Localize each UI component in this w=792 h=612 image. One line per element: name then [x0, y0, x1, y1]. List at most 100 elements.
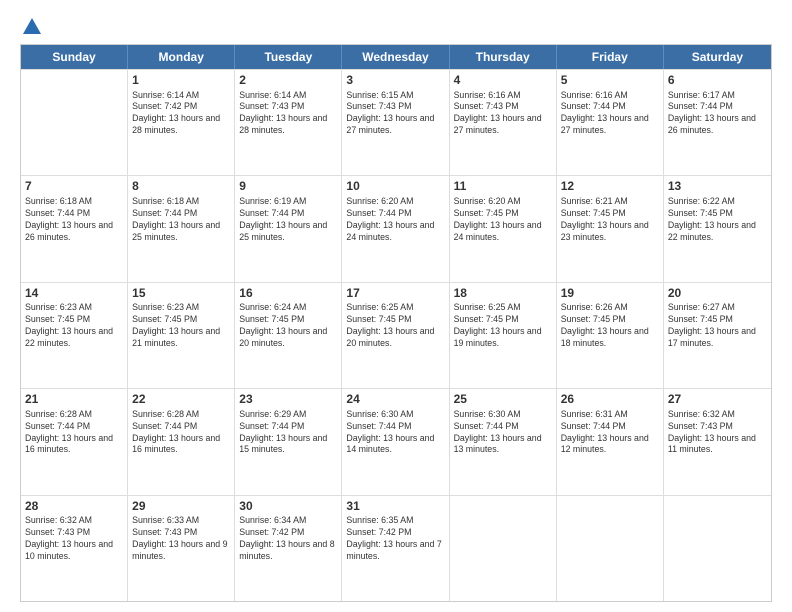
day-info: Sunrise: 6:14 AM Sunset: 7:43 PM Dayligh… — [239, 90, 337, 138]
calendar-cell — [557, 496, 664, 601]
weekday-header-saturday: Saturday — [664, 45, 771, 69]
calendar-cell: 12Sunrise: 6:21 AM Sunset: 7:45 PM Dayli… — [557, 176, 664, 281]
calendar-cell: 6Sunrise: 6:17 AM Sunset: 7:44 PM Daylig… — [664, 70, 771, 175]
calendar-row-0: 1Sunrise: 6:14 AM Sunset: 7:42 PM Daylig… — [21, 69, 771, 175]
day-number: 8 — [132, 179, 230, 195]
logo-icon — [21, 16, 43, 38]
day-number: 27 — [668, 392, 767, 408]
calendar-cell: 29Sunrise: 6:33 AM Sunset: 7:43 PM Dayli… — [128, 496, 235, 601]
day-info: Sunrise: 6:15 AM Sunset: 7:43 PM Dayligh… — [346, 90, 444, 138]
calendar-cell: 27Sunrise: 6:32 AM Sunset: 7:43 PM Dayli… — [664, 389, 771, 494]
day-info: Sunrise: 6:16 AM Sunset: 7:43 PM Dayligh… — [454, 90, 552, 138]
day-info: Sunrise: 6:28 AM Sunset: 7:44 PM Dayligh… — [25, 409, 123, 457]
calendar-cell: 19Sunrise: 6:26 AM Sunset: 7:45 PM Dayli… — [557, 283, 664, 388]
day-number: 12 — [561, 179, 659, 195]
calendar-cell: 7Sunrise: 6:18 AM Sunset: 7:44 PM Daylig… — [21, 176, 128, 281]
calendar-cell: 20Sunrise: 6:27 AM Sunset: 7:45 PM Dayli… — [664, 283, 771, 388]
day-number: 17 — [346, 286, 444, 302]
day-number: 24 — [346, 392, 444, 408]
day-info: Sunrise: 6:14 AM Sunset: 7:42 PM Dayligh… — [132, 90, 230, 138]
header — [20, 16, 772, 34]
day-number: 11 — [454, 179, 552, 195]
day-info: Sunrise: 6:30 AM Sunset: 7:44 PM Dayligh… — [346, 409, 444, 457]
day-number: 15 — [132, 286, 230, 302]
day-number: 31 — [346, 499, 444, 515]
day-number: 20 — [668, 286, 767, 302]
weekday-header-sunday: Sunday — [21, 45, 128, 69]
day-number: 26 — [561, 392, 659, 408]
calendar-cell: 8Sunrise: 6:18 AM Sunset: 7:44 PM Daylig… — [128, 176, 235, 281]
logo — [20, 16, 44, 34]
day-number: 25 — [454, 392, 552, 408]
weekday-header-thursday: Thursday — [450, 45, 557, 69]
day-number: 3 — [346, 73, 444, 89]
calendar-cell: 21Sunrise: 6:28 AM Sunset: 7:44 PM Dayli… — [21, 389, 128, 494]
day-number: 6 — [668, 73, 767, 89]
day-info: Sunrise: 6:35 AM Sunset: 7:42 PM Dayligh… — [346, 515, 444, 563]
calendar-cell: 10Sunrise: 6:20 AM Sunset: 7:44 PM Dayli… — [342, 176, 449, 281]
day-info: Sunrise: 6:24 AM Sunset: 7:45 PM Dayligh… — [239, 302, 337, 350]
calendar-cell — [21, 70, 128, 175]
calendar-cell: 17Sunrise: 6:25 AM Sunset: 7:45 PM Dayli… — [342, 283, 449, 388]
weekday-header-tuesday: Tuesday — [235, 45, 342, 69]
day-info: Sunrise: 6:25 AM Sunset: 7:45 PM Dayligh… — [454, 302, 552, 350]
day-info: Sunrise: 6:20 AM Sunset: 7:44 PM Dayligh… — [346, 196, 444, 244]
calendar-cell: 14Sunrise: 6:23 AM Sunset: 7:45 PM Dayli… — [21, 283, 128, 388]
calendar-cell: 11Sunrise: 6:20 AM Sunset: 7:45 PM Dayli… — [450, 176, 557, 281]
day-info: Sunrise: 6:34 AM Sunset: 7:42 PM Dayligh… — [239, 515, 337, 563]
day-info: Sunrise: 6:22 AM Sunset: 7:45 PM Dayligh… — [668, 196, 767, 244]
calendar-cell: 26Sunrise: 6:31 AM Sunset: 7:44 PM Dayli… — [557, 389, 664, 494]
calendar-row-3: 21Sunrise: 6:28 AM Sunset: 7:44 PM Dayli… — [21, 388, 771, 494]
day-info: Sunrise: 6:25 AM Sunset: 7:45 PM Dayligh… — [346, 302, 444, 350]
day-number: 23 — [239, 392, 337, 408]
day-info: Sunrise: 6:20 AM Sunset: 7:45 PM Dayligh… — [454, 196, 552, 244]
calendar-cell: 15Sunrise: 6:23 AM Sunset: 7:45 PM Dayli… — [128, 283, 235, 388]
calendar-cell: 25Sunrise: 6:30 AM Sunset: 7:44 PM Dayli… — [450, 389, 557, 494]
day-number: 9 — [239, 179, 337, 195]
day-number: 18 — [454, 286, 552, 302]
day-number: 30 — [239, 499, 337, 515]
day-info: Sunrise: 6:23 AM Sunset: 7:45 PM Dayligh… — [25, 302, 123, 350]
day-info: Sunrise: 6:23 AM Sunset: 7:45 PM Dayligh… — [132, 302, 230, 350]
calendar-cell: 24Sunrise: 6:30 AM Sunset: 7:44 PM Dayli… — [342, 389, 449, 494]
day-info: Sunrise: 6:16 AM Sunset: 7:44 PM Dayligh… — [561, 90, 659, 138]
day-number: 21 — [25, 392, 123, 408]
day-info: Sunrise: 6:31 AM Sunset: 7:44 PM Dayligh… — [561, 409, 659, 457]
day-info: Sunrise: 6:29 AM Sunset: 7:44 PM Dayligh… — [239, 409, 337, 457]
calendar: SundayMondayTuesdayWednesdayThursdayFrid… — [20, 44, 772, 602]
calendar-row-4: 28Sunrise: 6:32 AM Sunset: 7:43 PM Dayli… — [21, 495, 771, 601]
page: SundayMondayTuesdayWednesdayThursdayFrid… — [0, 0, 792, 612]
day-number: 7 — [25, 179, 123, 195]
day-info: Sunrise: 6:19 AM Sunset: 7:44 PM Dayligh… — [239, 196, 337, 244]
calendar-cell: 1Sunrise: 6:14 AM Sunset: 7:42 PM Daylig… — [128, 70, 235, 175]
day-number: 5 — [561, 73, 659, 89]
day-info: Sunrise: 6:33 AM Sunset: 7:43 PM Dayligh… — [132, 515, 230, 563]
day-number: 19 — [561, 286, 659, 302]
day-number: 22 — [132, 392, 230, 408]
day-number: 14 — [25, 286, 123, 302]
day-info: Sunrise: 6:26 AM Sunset: 7:45 PM Dayligh… — [561, 302, 659, 350]
weekday-header-monday: Monday — [128, 45, 235, 69]
calendar-cell: 23Sunrise: 6:29 AM Sunset: 7:44 PM Dayli… — [235, 389, 342, 494]
day-info: Sunrise: 6:17 AM Sunset: 7:44 PM Dayligh… — [668, 90, 767, 138]
calendar-row-2: 14Sunrise: 6:23 AM Sunset: 7:45 PM Dayli… — [21, 282, 771, 388]
calendar-body: 1Sunrise: 6:14 AM Sunset: 7:42 PM Daylig… — [21, 69, 771, 601]
calendar-row-1: 7Sunrise: 6:18 AM Sunset: 7:44 PM Daylig… — [21, 175, 771, 281]
calendar-header: SundayMondayTuesdayWednesdayThursdayFrid… — [21, 45, 771, 69]
calendar-cell: 30Sunrise: 6:34 AM Sunset: 7:42 PM Dayli… — [235, 496, 342, 601]
calendar-cell: 5Sunrise: 6:16 AM Sunset: 7:44 PM Daylig… — [557, 70, 664, 175]
day-number: 28 — [25, 499, 123, 515]
day-info: Sunrise: 6:21 AM Sunset: 7:45 PM Dayligh… — [561, 196, 659, 244]
day-info: Sunrise: 6:32 AM Sunset: 7:43 PM Dayligh… — [25, 515, 123, 563]
weekday-header-friday: Friday — [557, 45, 664, 69]
day-info: Sunrise: 6:18 AM Sunset: 7:44 PM Dayligh… — [132, 196, 230, 244]
calendar-cell: 28Sunrise: 6:32 AM Sunset: 7:43 PM Dayli… — [21, 496, 128, 601]
day-number: 2 — [239, 73, 337, 89]
day-info: Sunrise: 6:27 AM Sunset: 7:45 PM Dayligh… — [668, 302, 767, 350]
day-number: 13 — [668, 179, 767, 195]
day-info: Sunrise: 6:18 AM Sunset: 7:44 PM Dayligh… — [25, 196, 123, 244]
calendar-cell: 3Sunrise: 6:15 AM Sunset: 7:43 PM Daylig… — [342, 70, 449, 175]
calendar-cell: 18Sunrise: 6:25 AM Sunset: 7:45 PM Dayli… — [450, 283, 557, 388]
day-number: 1 — [132, 73, 230, 89]
calendar-cell: 31Sunrise: 6:35 AM Sunset: 7:42 PM Dayli… — [342, 496, 449, 601]
